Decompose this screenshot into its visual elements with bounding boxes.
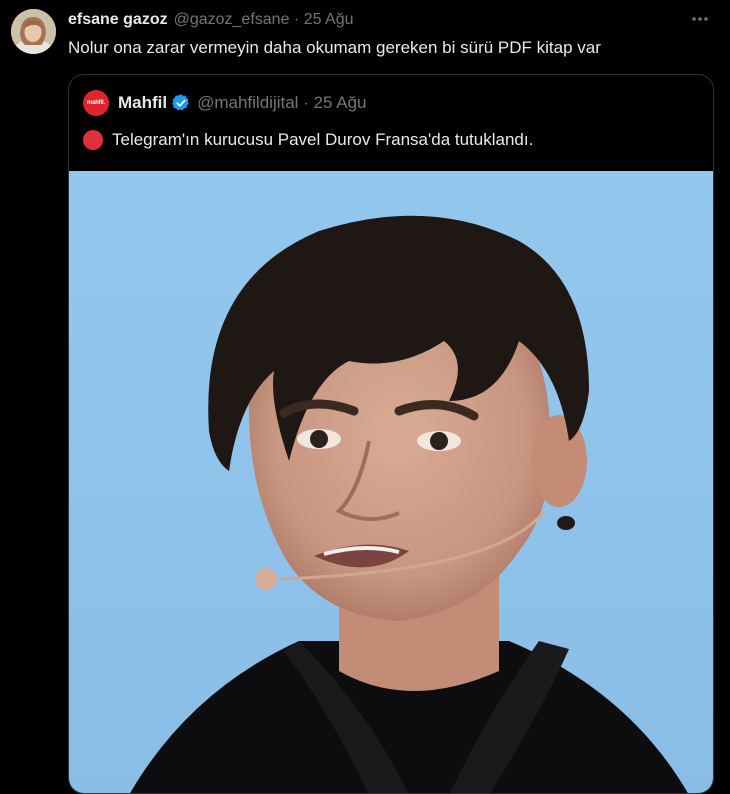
quoted-text-row: Telegram'ın kurucusu Pavel Durov Fransa'…: [83, 127, 533, 153]
more-horizontal-icon[interactable]: [688, 8, 712, 30]
portrait-photo: [130, 215, 688, 793]
quoted-handle-date[interactable]: @mahfildijital · 25 Ağu: [197, 93, 366, 113]
quoted-text: Telegram'ın kurucusu Pavel Durov Fransa'…: [112, 130, 534, 149]
quoted-avatar-logo-text: mahfil.: [87, 100, 105, 106]
red-circle-icon: [83, 130, 103, 150]
quoted-header: mahfil. Mahfil @mahfildijital · 25 Ağu: [83, 90, 367, 116]
quoted-avatar[interactable]: mahfil.: [83, 90, 109, 116]
author-name[interactable]: efsane gazoz: [68, 11, 168, 29]
quoted-photo[interactable]: [69, 171, 713, 793]
avatar-photo: [11, 9, 56, 54]
tweet-text: Nolur ona zarar vermeyin daha okumam ger…: [68, 38, 601, 57]
quoted-author-name[interactable]: Mahfil: [118, 93, 167, 113]
user-avatar[interactable]: [11, 9, 56, 54]
quoted-tweet[interactable]: mahfil. Mahfil @mahfildijital · 25 Ağu T…: [68, 74, 714, 794]
verified-badge-icon: [171, 93, 191, 113]
author-handle-date[interactable]: @gazoz_efsane · 25 Ağu: [174, 11, 354, 29]
tweet-header: efsane gazoz @gazoz_efsane · 25 Ağu: [68, 9, 690, 31]
